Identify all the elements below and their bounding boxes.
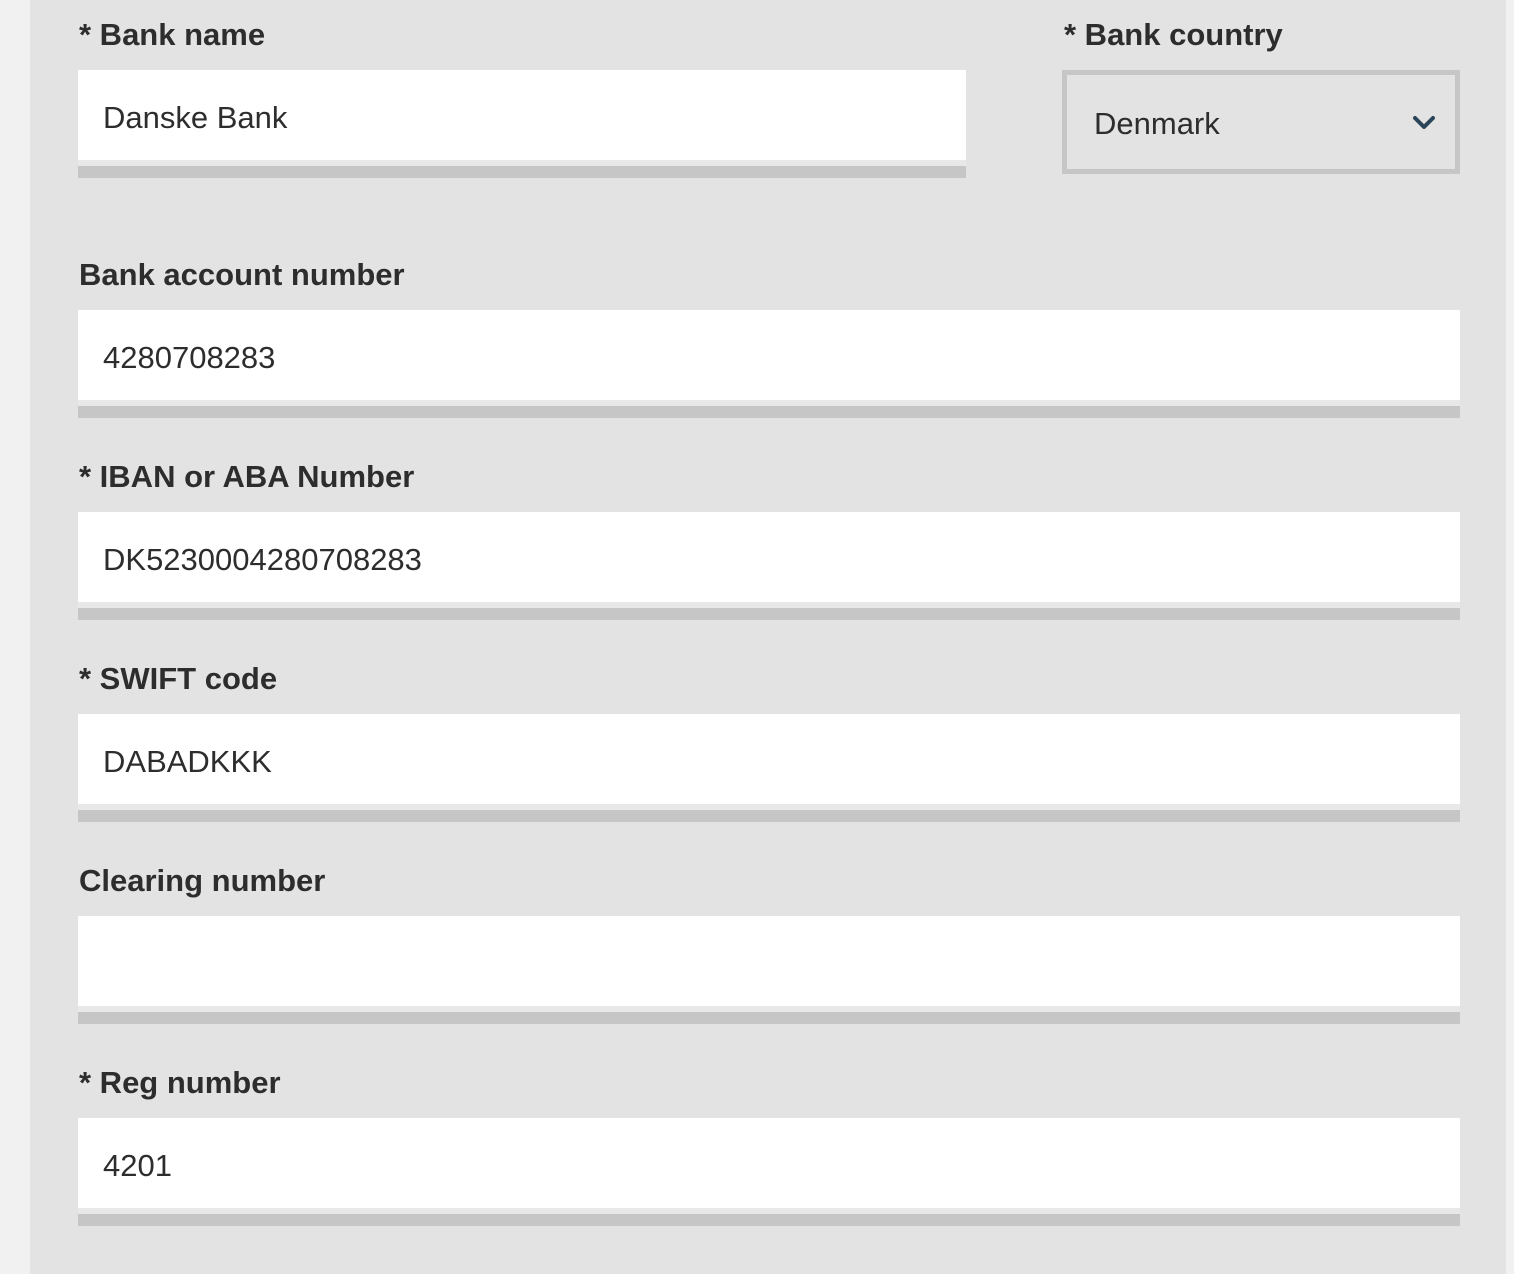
iban-input[interactable] <box>78 512 1460 620</box>
iban-label: * IBAN or ABA Number <box>79 459 415 494</box>
reg-number-label: * Reg number <box>79 1065 281 1100</box>
bank-name-label: * Bank name <box>79 17 266 52</box>
bank-country-value: Denmark <box>1094 106 1220 141</box>
reg-number-input[interactable] <box>78 1118 1460 1226</box>
swift-label: * SWIFT code <box>79 661 278 696</box>
swift-input[interactable] <box>78 714 1460 822</box>
bank-name-input[interactable] <box>78 70 966 178</box>
bank-country-select[interactable]: Denmark <box>1062 70 1460 174</box>
chevron-down-icon <box>1413 116 1435 129</box>
page-edge <box>1506 0 1514 1274</box>
clearing-number-label: Clearing number <box>79 863 326 898</box>
clearing-number-input[interactable] <box>78 916 1460 1024</box>
bank-country-label: * Bank country <box>1064 17 1283 52</box>
account-number-label: Bank account number <box>79 257 405 292</box>
account-number-input[interactable] <box>78 310 1460 418</box>
